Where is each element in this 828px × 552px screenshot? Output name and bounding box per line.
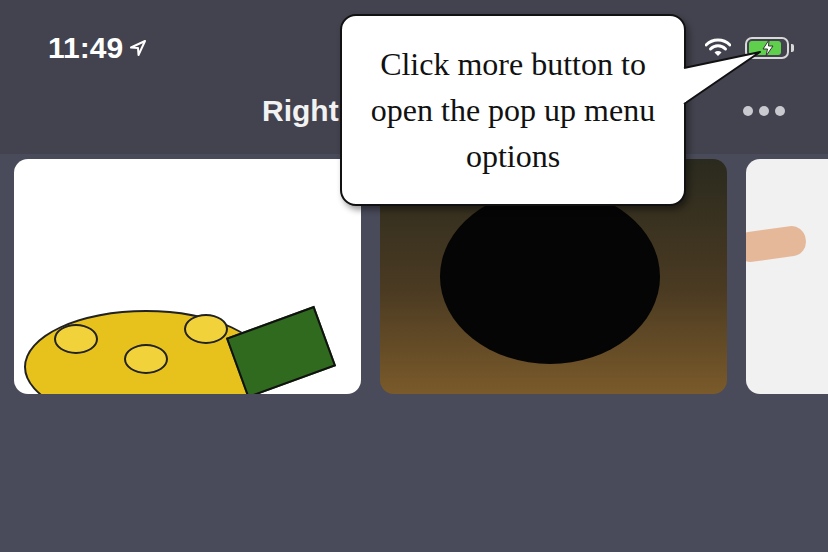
tooltip: Click more button to open the pop up men…	[340, 14, 686, 206]
screen: 11:49 Right Click more button to open the …	[0, 0, 828, 552]
nav-title: Right	[262, 94, 339, 128]
tooltip-tail-icon	[684, 48, 764, 118]
time: 11:49	[48, 31, 123, 65]
charging-bolt-icon	[761, 39, 775, 57]
verse-card[interactable]	[746, 159, 828, 394]
more-icon[interactable]	[742, 104, 786, 118]
wifi-icon	[705, 38, 731, 58]
location-arrow-icon	[129, 39, 147, 57]
verse-card[interactable]	[14, 159, 361, 394]
tooltip-text: Click more button to open the pop up men…	[360, 41, 666, 179]
time-group: 11:49	[48, 31, 147, 65]
